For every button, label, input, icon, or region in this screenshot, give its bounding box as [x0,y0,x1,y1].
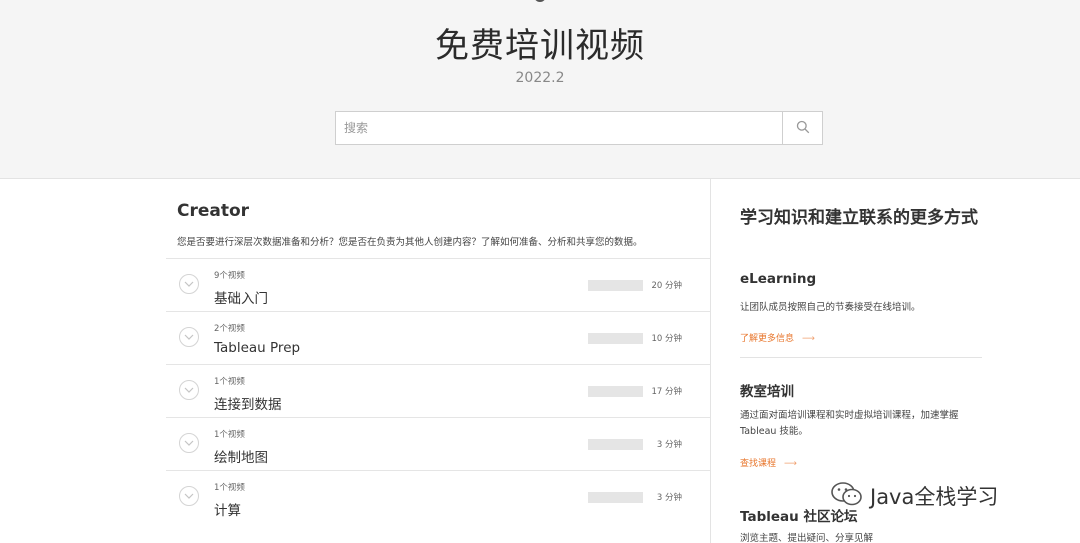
progress-bar [588,333,643,344]
find-course-link[interactable]: 查找课程 ⟶ [740,456,797,469]
video-count: 1个视频 [214,430,245,440]
wechat-icon [830,480,864,513]
arrow-right-icon: ⟶ [784,459,797,469]
sidebar-title: 学习知识和建立联系的更多方式 [740,208,978,228]
section-description: 您是否要进行深层次数据准备和分析？您是否在负责为其他人创建内容？了解如何准备、分… [177,237,643,248]
chevron-down-icon[interactable] [179,486,199,506]
chevron-down-icon[interactable] [179,327,199,347]
elearning-text: 让团队成员按照自己的节奏接受在线培训。 [740,302,921,313]
module-row-connect-data[interactable]: 1个视频 连接到数据 17 分钟 [166,364,710,417]
video-count: 1个视频 [214,483,245,493]
search-icon [796,119,810,138]
video-count: 1个视频 [214,377,245,387]
link-label: 查找课程 [740,459,777,469]
arrow-right-icon: ⟶ [802,334,815,344]
duration: 20 分钟 [651,281,682,291]
column-divider [710,179,711,543]
progress-bar [588,439,643,450]
chevron-down-icon[interactable] [179,380,199,400]
module-list: 9个视频 基础入门 20 分钟 2个视频 Tableau Prep 10 分钟 … [166,258,710,523]
top-edge-mark [534,0,546,2]
creator-section: Creator 您是否要进行深层次数据准备和分析？您是否在负责为其他人创建内容？… [166,179,710,543]
section-title: Creator [177,201,250,221]
module-row-basics[interactable]: 9个视频 基础入门 20 分钟 [166,258,710,311]
elearning-learn-more-link[interactable]: 了解更多信息 ⟶ [740,331,815,344]
hero-banner: 免费培训视频 2022.2 [0,0,1080,179]
watermark: Java全栈学习 [830,478,998,514]
classroom-text: 通过面对面培训课程和实时虚拟培训课程，加速掌握 Tableau 技能。 [740,410,959,437]
duration: 3 分钟 [656,493,682,503]
module-row-mapping[interactable]: 1个视频 绘制地图 3 分钟 [166,417,710,470]
module-name[interactable]: 连接到数据 [214,393,282,413]
module-row-tableau-prep[interactable]: 2个视频 Tableau Prep 10 分钟 [166,311,710,364]
progress-bar [588,386,643,397]
module-name[interactable]: 基础入门 [214,287,268,307]
search-button[interactable] [782,112,822,144]
page-title: 免费培训视频 [435,26,645,66]
module-name[interactable]: 计算 [214,499,241,519]
search-input[interactable] [336,112,782,144]
module-name[interactable]: Tableau Prep [214,340,300,356]
watermark-text: Java全栈学习 [870,485,999,509]
chevron-down-icon[interactable] [179,274,199,294]
divider [740,357,982,358]
video-count: 9个视频 [214,271,245,281]
elearning-heading: eLearning [740,271,817,287]
progress-bar [588,280,643,291]
community-text: 浏览主题、提出疑问、分享见解 [740,533,874,543]
video-count: 2个视频 [214,324,245,334]
module-row-calculations[interactable]: 1个视频 计算 3 分钟 [166,470,710,523]
duration: 3 分钟 [656,440,682,450]
search-box [335,111,823,145]
classroom-heading: 教室培训 [740,384,794,400]
duration: 17 分钟 [651,387,682,397]
link-label: 了解更多信息 [740,334,795,344]
chevron-down-icon[interactable] [179,433,199,453]
duration: 10 分钟 [651,334,682,344]
page-subtitle: 2022.2 [515,70,565,86]
module-name[interactable]: 绘制地图 [214,446,268,466]
progress-bar [588,492,643,503]
